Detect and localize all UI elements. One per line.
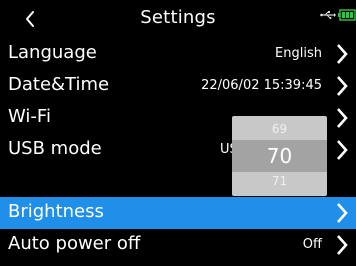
- row-value: 22/06/02 15:39:45: [201, 78, 322, 93]
- row-label: USB mode: [8, 138, 102, 159]
- settings-row-auto-power-off[interactable]: Auto power off Off: [0, 229, 356, 261]
- chevron-right-icon: [337, 108, 348, 128]
- usb-icon: [320, 11, 336, 19]
- chevron-right-icon: [337, 140, 348, 160]
- settings-row-brightness[interactable]: Brightness: [0, 197, 356, 229]
- chevron-right-icon: [337, 203, 348, 223]
- chevron-right-icon: [337, 235, 348, 255]
- header-bar: Settings: [0, 0, 356, 38]
- picker-option-previous[interactable]: 69: [232, 122, 327, 136]
- row-value: Off: [302, 237, 322, 252]
- settings-screen: Settings Language English Date&Time 22/0…: [0, 0, 356, 266]
- row-label: Language: [8, 42, 97, 63]
- settings-row-date-time[interactable]: Date&Time 22/06/02 15:39:45: [0, 70, 356, 102]
- page-title: Settings: [140, 7, 216, 28]
- chevron-right-icon: [337, 44, 348, 64]
- row-label: Auto power off: [8, 233, 141, 254]
- settings-row-language[interactable]: Language English: [0, 38, 356, 70]
- chevron-right-icon: [337, 76, 348, 96]
- row-label: Date&Time: [8, 74, 110, 95]
- row-value: English: [275, 46, 322, 61]
- picker-option-current[interactable]: 70: [232, 144, 327, 168]
- battery-icon: [338, 9, 356, 21]
- row-label: Brightness: [8, 201, 104, 222]
- brightness-picker[interactable]: 69 70 71: [232, 116, 327, 196]
- row-label: Wi-Fi: [8, 106, 51, 127]
- picker-option-next[interactable]: 71: [232, 174, 327, 188]
